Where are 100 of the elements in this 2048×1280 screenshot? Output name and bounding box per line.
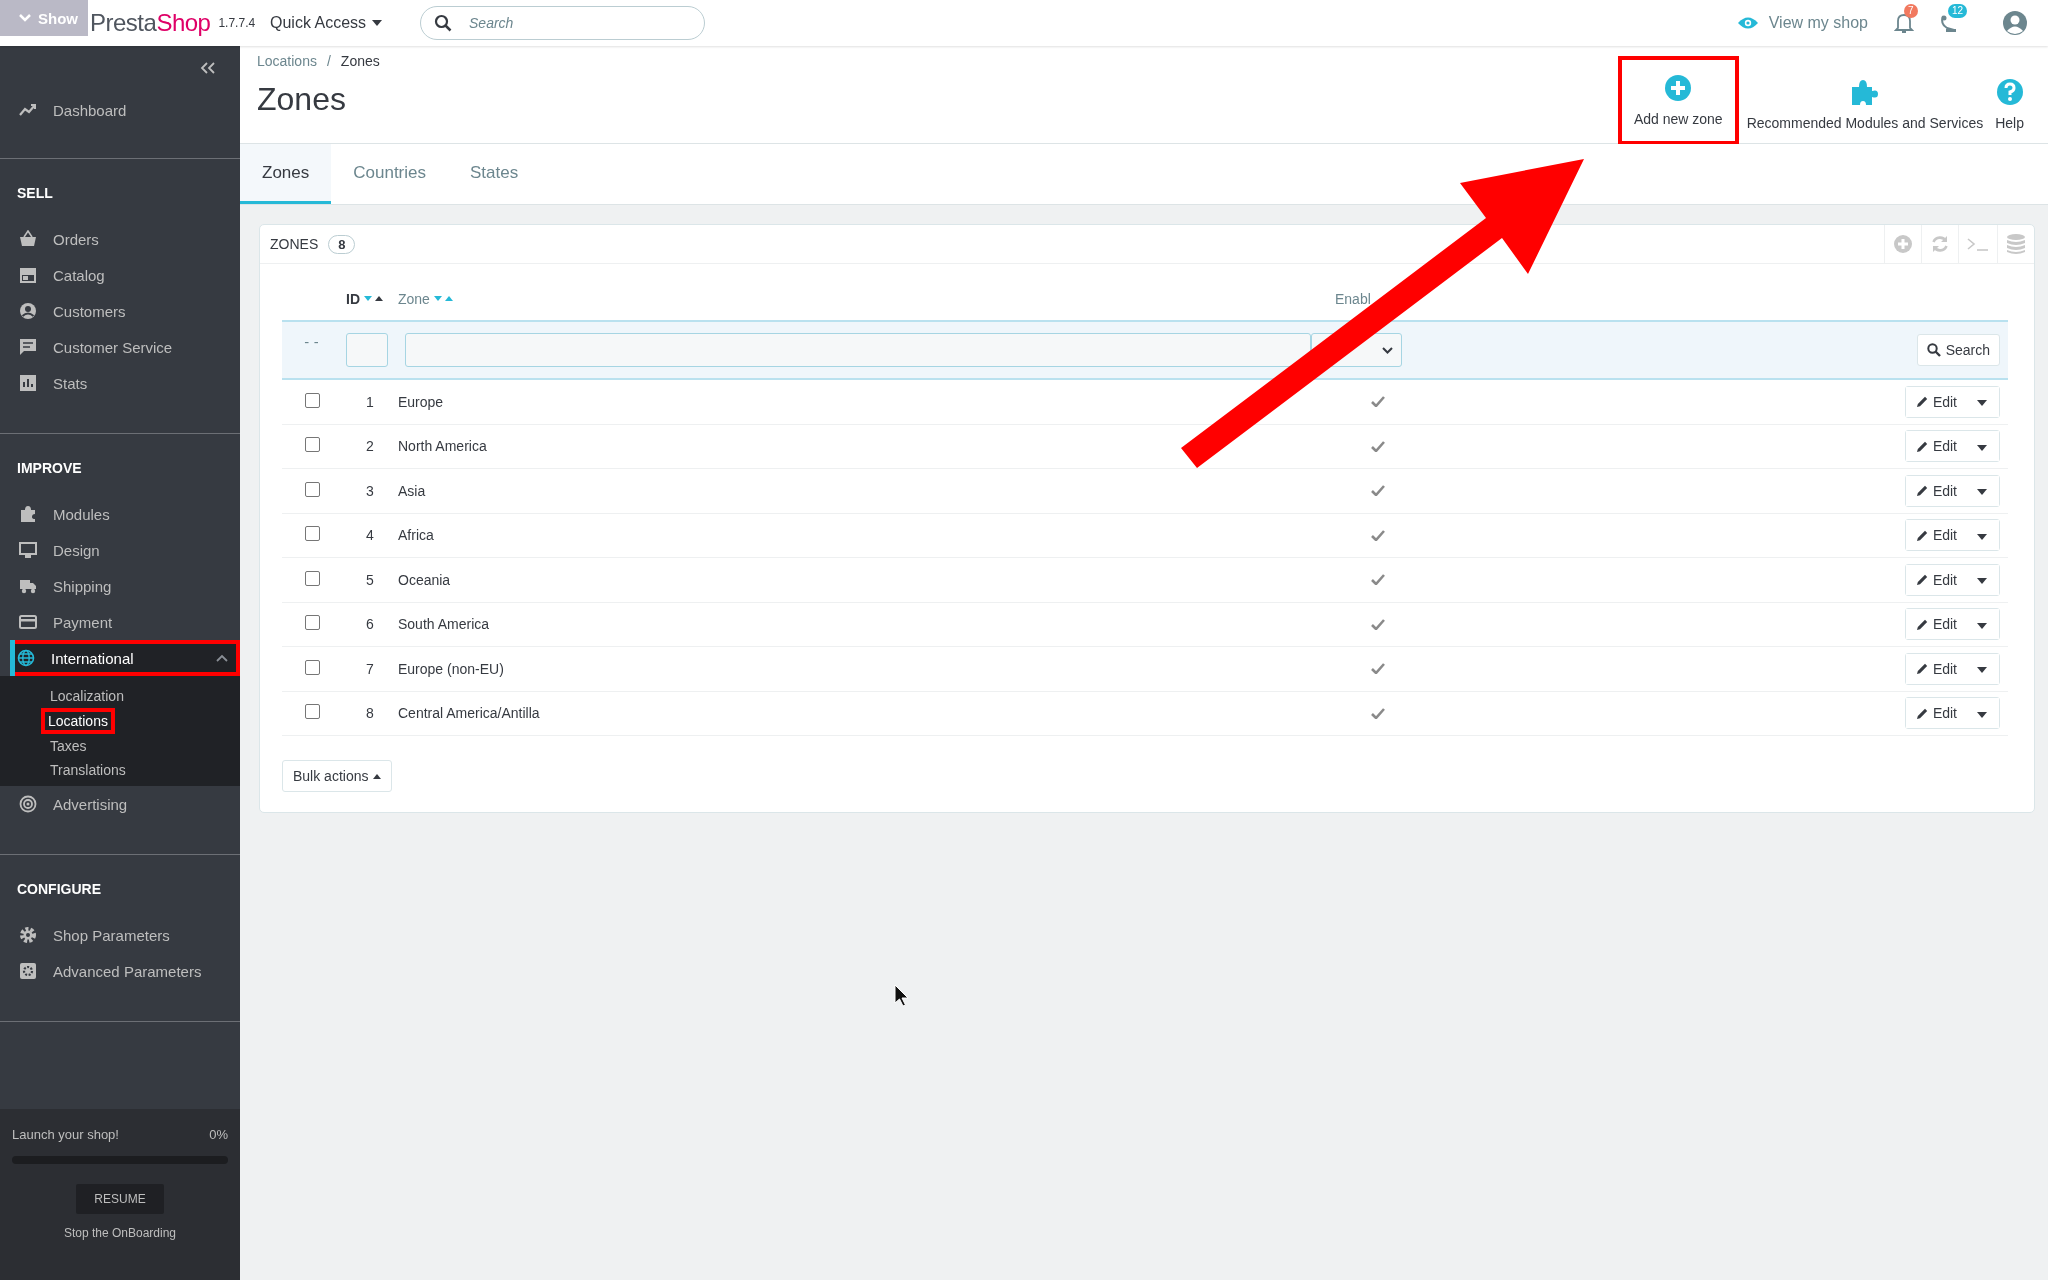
table-cell-text: South America (398, 616, 491, 633)
zone-filter-field[interactable] (405, 333, 1311, 367)
caret-icon (1977, 444, 1987, 451)
puzzle-icon (19, 505, 37, 523)
table-cell-text: 3 (365, 482, 375, 499)
row-checkbox[interactable] (304, 481, 320, 497)
caret-icon (1977, 400, 1987, 407)
check-icon[interactable] (1371, 485, 1385, 497)
column-header: Zone (398, 291, 430, 307)
card-icon (19, 613, 37, 631)
globe-icon (17, 649, 35, 667)
sidebar-item[interactable]: Modules (0, 496, 240, 532)
view-shop-link[interactable]: View my shop (1736, 14, 1868, 32)
sidebar-item[interactable]: Advertising (0, 786, 240, 822)
chevron-down-icon (18, 13, 32, 23)
edit-button-group[interactable]: Edit (1904, 697, 2000, 730)
edit-button-group[interactable]: Edit (1904, 430, 2000, 463)
caret-icon (1977, 578, 1987, 585)
search-button[interactable]: Search (1916, 334, 2000, 366)
sidebar-item[interactable]: Customer Service (0, 329, 240, 365)
edit-button-group[interactable]: Edit (1904, 608, 2000, 641)
sidebar-item[interactable]: Design (0, 532, 240, 568)
submenu-item[interactable]: Taxes (50, 734, 87, 758)
check-icon[interactable] (1371, 396, 1385, 408)
logo-text[interactable]: PrestaShop (90, 9, 211, 37)
tab[interactable]: States (448, 144, 541, 204)
check-icon[interactable] (1371, 707, 1385, 719)
notification-badge: 12 (1948, 4, 1968, 18)
sidebar-item[interactable]: Stats (0, 365, 240, 401)
row-checkbox[interactable] (304, 392, 320, 408)
check-icon[interactable] (1371, 574, 1385, 586)
onboarding-title: Launch your shop! (12, 1127, 119, 1142)
table-cell-text: Europe (non-EU) (398, 660, 505, 677)
check-icon[interactable] (1371, 529, 1385, 541)
check-icon[interactable] (1371, 440, 1385, 452)
sidebar-item[interactable]: Orders (0, 221, 240, 257)
table-cell-text: Europe (398, 393, 445, 410)
pencil-icon (1915, 573, 1929, 587)
bulk-actions-button[interactable]: Bulk actions (282, 760, 393, 792)
edit-button-group[interactable]: Edit (1904, 652, 2000, 685)
edit-button-group[interactable]: Edit (1904, 519, 2000, 552)
search-field[interactable]: Search (420, 6, 706, 40)
table-cell-text: Africa (398, 527, 435, 544)
column-header: Enabl (1335, 291, 1371, 307)
onboarding-percent: 0% (209, 1127, 228, 1142)
collapse-icon[interactable] (200, 62, 216, 74)
breadcrumb-link[interactable]: Locations (257, 53, 317, 69)
row-checkbox[interactable] (304, 570, 320, 586)
add-icon (1664, 74, 1693, 102)
gear-icon (19, 926, 37, 944)
sidebar-item[interactable]: International (10, 640, 240, 676)
submenu-item[interactable]: Localization (50, 684, 124, 708)
pencil-icon (1915, 617, 1929, 631)
submenu-item[interactable]: Translations (50, 758, 126, 782)
check-icon[interactable] (1371, 618, 1385, 630)
table-cell-text: Asia (398, 482, 427, 499)
sidebar-item[interactable]: Shop Parameters (0, 917, 240, 953)
help-icon (1995, 78, 2024, 106)
edit-button-group[interactable]: Edit (1904, 563, 2000, 596)
row-checkbox[interactable] (304, 659, 320, 675)
eye-icon (1736, 16, 1759, 30)
sort-icon[interactable] (364, 295, 384, 303)
notification-badge: 7 (1904, 4, 1918, 18)
quick-access-button[interactable]: Quick Access (262, 10, 391, 36)
sidebar-item[interactable]: Catalog (0, 257, 240, 293)
row-checkbox[interactable] (304, 704, 320, 720)
row-checkbox[interactable] (304, 526, 320, 542)
table-cell-text: 1 (365, 393, 375, 410)
check-icon[interactable] (1371, 663, 1385, 675)
bell-icon[interactable] (1894, 12, 1914, 34)
column-header: ID (346, 291, 360, 307)
store-icon (19, 266, 37, 284)
tab[interactable]: Zones (240, 144, 332, 204)
monitor-icon (19, 541, 37, 559)
pencil-icon (1915, 528, 1929, 542)
tab[interactable]: Countries (331, 144, 448, 204)
search-icon (1926, 343, 1941, 357)
sidebar-item[interactable]: Advanced Parameters (0, 953, 240, 989)
avatar-icon[interactable] (2002, 10, 2028, 36)
stop-onboarding-link[interactable]: Stop the OnBoarding (63, 1226, 177, 1240)
sidebar-item[interactable]: Payment (0, 604, 240, 640)
user-icon (19, 302, 37, 320)
edit-button-group[interactable]: Edit (1904, 385, 2000, 418)
sidebar-item[interactable]: Shipping (0, 568, 240, 604)
section-heading: IMPROVE (16, 459, 83, 478)
pencil-icon (1915, 484, 1929, 498)
edit-button-group[interactable]: Edit (1904, 474, 2000, 507)
puzzle-icon (1849, 78, 1880, 106)
version-label: 1.7.7.4 (218, 16, 256, 30)
sidebar-item[interactable]: Customers (0, 293, 240, 329)
caret-up-icon (373, 773, 382, 779)
submenu-item[interactable]: Locations (41, 708, 115, 734)
sidebar-item[interactable]: Dashboard (0, 92, 240, 128)
pencil-icon (1915, 706, 1929, 720)
caret-icon (1977, 711, 1987, 718)
row-checkbox[interactable] (304, 437, 320, 453)
id-filter-field[interactable] (346, 333, 388, 367)
row-checkbox[interactable] (304, 615, 320, 631)
panel-title: ZONES (270, 236, 319, 252)
resume-button[interactable]: RESUME (76, 1184, 164, 1214)
